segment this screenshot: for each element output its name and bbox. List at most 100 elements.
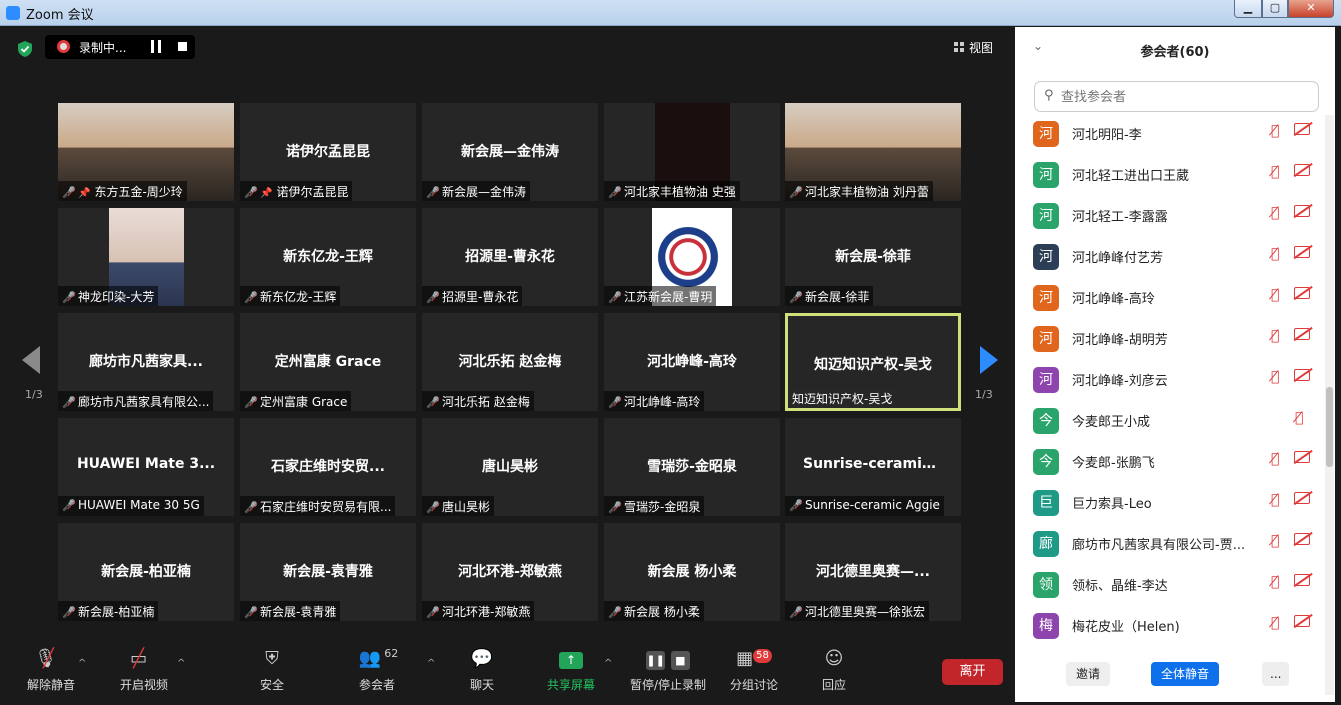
video-tile[interactable]: 新会展-徐菲 🎤̸ 新会展-徐菲 [785, 208, 961, 306]
next-page-arrow-icon[interactable] [980, 346, 998, 374]
breakout-badge: 58 [753, 649, 772, 663]
video-tile[interactable]: 河北环港-郑敏燕 🎤̸ 河北环港-郑敏燕 [422, 523, 598, 621]
video-tile[interactable]: 🎤̸ 河北家丰植物油 刘丹蕾 [785, 103, 961, 201]
video-tile[interactable]: 🎤̸ 江苏新会展-曹玥 [604, 208, 780, 306]
video-tile[interactable]: 河北乐拓 赵金梅 🎤̸ 河北乐拓 赵金梅 [422, 313, 598, 411]
video-tile[interactable]: HUAWEI Mate 3... 🎤̸ HUAWEI Mate 30 5G [58, 418, 234, 516]
participant-row[interactable]: 今今麦郎王小成 🎙̸ [1015, 400, 1325, 441]
previous-page-arrow-icon[interactable] [22, 346, 40, 374]
video-tile[interactable]: 新会展-柏亚楠 🎤̸ 新会展-柏亚楠 [58, 523, 234, 621]
tile-label-text: 定州富康 Grace [260, 395, 348, 409]
leave-button[interactable]: 离开 [942, 659, 1003, 685]
video-tile[interactable]: 新会展 杨小柔 🎤̸ 新会展 杨小柔 [604, 523, 780, 621]
video-tile[interactable]: 🎤̸ 神龙印染-大芳 [58, 208, 234, 306]
view-button[interactable]: 视图 [954, 39, 993, 56]
participant-row[interactable]: 河河北峥峰-高玲 🎙̸ [1015, 277, 1325, 318]
participant-row[interactable]: 领领标、晶维-李达 🎙̸ [1015, 564, 1325, 605]
grid-view-icon [954, 42, 965, 53]
more-options-button[interactable]: ... [1262, 662, 1290, 686]
tile-name-label: 🎤̸ 河北乐拓 赵金梅 [422, 391, 534, 411]
invite-button[interactable]: 邀请 [1066, 662, 1111, 686]
avatar: 河 [1033, 326, 1059, 352]
video-tile[interactable]: 诺伊尔孟昆昆 🎤̸ 📌 诺伊尔孟昆昆 [240, 103, 416, 201]
muted-mic-icon: 🎙̸ [1271, 164, 1280, 180]
participant-row[interactable]: 河河北轻工-李露露 🎙̸ [1015, 195, 1325, 236]
participant-row[interactable]: 廊廊坊市凡茜家具有限公司-贾... 🎙̸ [1015, 523, 1325, 564]
tile-label-text: 廊坊市凡茜家具有限公... [78, 395, 210, 409]
share-screen-button[interactable]: ↑ 共享屏幕 [531, 648, 611, 693]
participant-row[interactable]: 河河北峥峰-胡明芳 🎙̸ [1015, 318, 1325, 359]
close-window-button[interactable]: ✕ [1288, 0, 1334, 18]
minimize-button[interactable]: ▁ [1234, 0, 1262, 18]
video-tile[interactable]: 河北德里奥赛—... 🎤̸ 河北德里奥赛—徐张宏 [785, 523, 961, 621]
search-input[interactable] [1061, 87, 1311, 107]
tile-label-text: 知迈知识产权-吴戈 [792, 392, 893, 406]
chat-button[interactable]: 💬 聊天 [442, 648, 522, 693]
video-tile[interactable]: 🎤̸ 河北家丰植物油 史强 [604, 103, 780, 201]
participant-row[interactable]: 河河北明阳-李 🎙̸ [1015, 113, 1325, 154]
scrollbar-thumb[interactable] [1326, 387, 1333, 467]
video-off-icon [1294, 533, 1310, 545]
participant-row[interactable]: 巨巨力索具-Leo 🎙̸ [1015, 482, 1325, 523]
video-off-icon [1294, 369, 1310, 381]
mute-all-button[interactable]: 全体静音 [1151, 662, 1220, 686]
tile-display-name: 招源里-曹永花 [465, 249, 555, 265]
participant-row[interactable]: 河河北峥峰-刘彦云 🎙̸ [1015, 359, 1325, 400]
participant-row[interactable]: 河河北峥峰付艺芳 🎙̸ [1015, 236, 1325, 277]
avatar: 今 [1033, 408, 1059, 434]
tile-label-text: Sunrise-ceramic Aggie [805, 498, 940, 512]
tile-label-text: 河北德里奥赛—徐张宏 [805, 605, 926, 619]
participant-search[interactable]: ⚲ [1034, 81, 1319, 112]
participant-name: 河北峥峰-胡明芳 [1072, 333, 1168, 348]
pause-stop-recording-button[interactable]: ❚❚ ■ 暂停/停止录制 [618, 648, 718, 693]
participants-options-caret-icon[interactable]: ^ [427, 658, 435, 669]
muted-mic-icon: 🎙̸ [1271, 123, 1280, 139]
video-tile[interactable]: 新东亿龙-王辉 🎤̸ 新东亿龙-王辉 [240, 208, 416, 306]
video-stage: 录制中... 视图 🎤̸ 📌 东方五金-周少玲 诺伊尔孟昆昆 🎤̸ 📌 诺伊尔孟昆昆 新会展—… [6, 27, 1015, 702]
video-tile[interactable]: 唐山昊彬 🎤̸ 唐山昊彬 [422, 418, 598, 516]
video-tile[interactable]: 河北峥峰-高玲 🎤̸ 河北峥峰-高玲 [604, 313, 780, 411]
tile-name-label: 🎤̸ 📌 东方五金-周少玲 [58, 181, 187, 201]
maximize-button[interactable]: ▢ [1262, 0, 1288, 18]
tile-display-name: 新会展 杨小柔 [647, 564, 737, 580]
panel-scrollbar[interactable] [1325, 115, 1334, 695]
video-tile[interactable]: 石家庄维时安贸... 🎤̸ 石家庄维时安贸易有限... [240, 418, 416, 516]
video-tile[interactable]: 知迈知识产权-吴戈 知迈知识产权-吴戈 [785, 313, 961, 411]
video-tile[interactable]: 廊坊市凡茜家具... 🎤̸ 廊坊市凡茜家具有限公... [58, 313, 234, 411]
reactions-button[interactable]: ☺ 回应 [794, 648, 874, 693]
breakout-rooms-button[interactable]: ▦ 58 分组讨论 [714, 648, 794, 693]
participant-row[interactable]: 河河北轻工进出口王葳 🎙̸ [1015, 154, 1325, 195]
participants-button[interactable]: 👥 62 参会者 [337, 647, 417, 693]
video-tile[interactable]: 招源里-曹永花 🎤̸ 招源里-曹永花 [422, 208, 598, 306]
security-button[interactable]: ⛨ 安全 [232, 648, 312, 693]
recording-bar: 录制中... [45, 35, 195, 59]
page-indicator-right: 1/3 [975, 388, 993, 401]
tile-name-label: 🎤̸ 河北德里奥赛—徐张宏 [785, 601, 930, 621]
tile-label-text: 江苏新会展-曹玥 [624, 290, 713, 304]
reactions-label: 回应 [821, 678, 846, 692]
video-tile[interactable]: 雪瑞莎-金昭泉 🎤̸ 雪瑞莎-金昭泉 [604, 418, 780, 516]
muted-mic-icon: 🎤̸ [426, 396, 440, 409]
tile-display-name: HUAWEI Mate 3... [76, 456, 216, 472]
stop-recording-icon[interactable] [178, 42, 187, 51]
unmute-button[interactable]: 🎙╱ 解除静音 [11, 648, 91, 693]
participant-row[interactable]: 今今麦郎-张鹏飞 🎙̸ [1015, 441, 1325, 482]
video-tile[interactable]: 新会展-袁青雅 🎤̸ 新会展-袁青雅 [240, 523, 416, 621]
breakout-label: 分组讨论 [729, 678, 778, 692]
participant-row[interactable]: 梅梅花皮业（Helen) 🎙̸ [1015, 605, 1325, 646]
share-options-caret-icon[interactable]: ^ [604, 658, 612, 669]
video-tile[interactable]: 🎤̸ 📌 东方五金-周少玲 [58, 103, 234, 201]
video-options-caret-icon[interactable]: ^ [177, 658, 185, 669]
pause-recording-icon[interactable] [151, 40, 161, 53]
tile-display-name: 廊坊市凡茜家具... [89, 354, 203, 370]
muted-mic-icon: 🎤̸ [789, 499, 803, 512]
start-video-button[interactable]: ▭╱ 开启视频 [104, 648, 184, 693]
video-tile[interactable]: 新会展—金伟涛 🎤̸ 新会展—金伟涛 [422, 103, 598, 201]
share-screen-icon: ↑ [531, 648, 611, 670]
video-tile[interactable]: Sunrise-ceramic... 🎤̸ Sunrise-ceramic Aggi… [785, 418, 961, 516]
audio-options-caret-icon[interactable]: ^ [78, 658, 86, 669]
avatar: 河 [1033, 285, 1059, 311]
security-shield-icon[interactable] [16, 40, 34, 58]
video-tile[interactable]: 定州富康 Grace 🎤̸ 定州富康 Grace [240, 313, 416, 411]
muted-mic-icon: 🎤̸ [244, 606, 258, 619]
